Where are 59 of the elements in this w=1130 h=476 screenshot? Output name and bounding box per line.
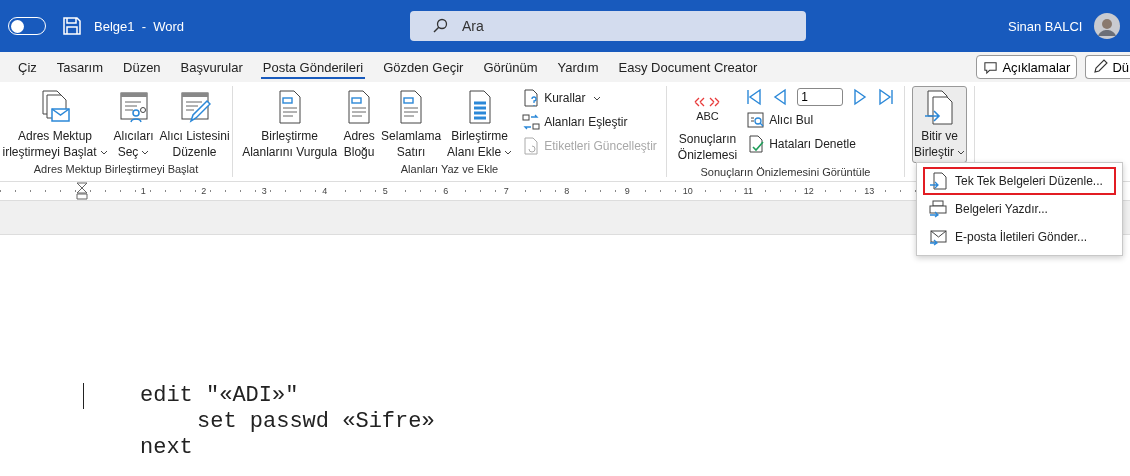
ribbon-tab[interactable]: Çiz <box>8 52 47 82</box>
ribbon-button[interactable]: Kurallar <box>520 88 659 108</box>
find-recipient-icon <box>747 111 766 129</box>
ribbon-tab[interactable]: Gözden Geçir <box>373 52 474 82</box>
window-title: Belge1 - Word <box>94 18 186 34</box>
documents-arrow-icon <box>923 89 956 125</box>
recipient-list-icon <box>117 89 150 125</box>
last-record-button[interactable] <box>877 88 896 106</box>
document-check-icon <box>747 135 766 153</box>
ribbon-button[interactable]: Selamlama Satırı <box>379 86 444 163</box>
ribbon-tab[interactable]: Görünüm <box>473 52 548 82</box>
icon-caption: ABC <box>696 110 719 123</box>
ribbon-button[interactable]: Adres Bloğu <box>341 86 378 163</box>
printer-icon <box>929 200 947 218</box>
group-label: Adres Mektup Birleştirmeyi Başlat <box>33 163 199 177</box>
group-label: Sonuçların Önizlemesini Görüntüle <box>700 166 871 180</box>
code-line: edit "«ADI»" <box>140 383 300 409</box>
text-cursor <box>83 383 84 409</box>
menu-item[interactable]: Tek Tek Belgeleri Düzenle... <box>923 167 1116 195</box>
list-edit-icon <box>178 89 211 125</box>
ribbon-tab[interactable]: Başvurular <box>170 52 253 82</box>
indent-marker[interactable] <box>76 182 88 200</box>
user-name[interactable]: Sinan BALCI <box>1008 18 1083 34</box>
ribbon-tab[interactable]: Yardım <box>547 52 609 82</box>
refresh-document-icon <box>522 137 541 155</box>
menu-item[interactable]: E-posta İletileri Gönder... <box>923 223 1116 251</box>
ribbon-tab[interactable]: Tasarım <box>46 52 113 82</box>
first-record-button[interactable] <box>745 88 764 106</box>
search-icon <box>432 18 448 34</box>
save-icon[interactable] <box>62 16 82 36</box>
avatar[interactable] <box>1094 13 1121 39</box>
code-line: next <box>140 435 194 461</box>
ribbon-button[interactable]: Birleştirme Alanlarını Vurgula <box>240 86 340 163</box>
ribbon-button[interactable]: Alanları Eşleştir <box>520 112 659 132</box>
ribbon-button[interactable]: Bitir ve Birleştir <box>912 86 967 163</box>
mail-icon <box>929 228 947 246</box>
ribbon-tab[interactable]: Düzen <box>113 52 171 82</box>
ribbon-button[interactable]: Alıcı Bul <box>745 110 896 130</box>
editing-button[interactable]: Dü <box>1085 55 1130 79</box>
record-field[interactable]: 1 <box>797 88 844 106</box>
comments-button[interactable]: Açıklamalar <box>976 55 1078 79</box>
ribbon-button[interactable]: Birleştirme Alanı Ekle <box>445 86 515 163</box>
menu-item[interactable]: Belgeleri Yazdır... <box>923 195 1116 223</box>
document-arrow-icon <box>929 172 947 190</box>
code-line: set passwd «Sifre» <box>196 409 436 435</box>
document-mail-icon <box>39 89 71 125</box>
ribbon-tab[interactable]: Posta Gönderileri <box>252 52 374 82</box>
ribbon-button[interactable]: Alıcı Listesini Düzenle <box>157 86 232 163</box>
pencil-icon <box>1092 59 1109 75</box>
ribbon-button[interactable]: Hataları Denetle <box>745 134 896 154</box>
speech-bubble-icon <box>983 59 999 75</box>
group-label: Alanları Yaz ve Ekle <box>400 163 499 177</box>
ribbon-button[interactable]: Adres Mektup irleştirmeyi Başlat <box>0 86 110 163</box>
document-question-icon <box>522 89 541 107</box>
ribbon-tab[interactable]: Easy Document Creator <box>608 52 768 82</box>
ribbon-button[interactable]: ABC Sonuçların Önizlemesi <box>675 86 740 166</box>
search-field[interactable]: Ara <box>410 11 806 41</box>
ribbon-button[interactable]: Alıcıları Seç <box>111 86 156 163</box>
fields-match-icon <box>522 113 541 131</box>
